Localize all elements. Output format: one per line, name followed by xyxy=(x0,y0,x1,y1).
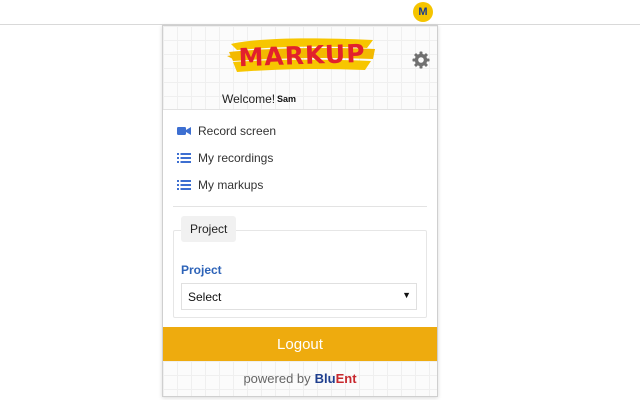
welcome-bar: Welcome! Sam xyxy=(163,82,437,110)
project-legend: Project xyxy=(181,216,237,242)
brand-name-blu: Blu xyxy=(314,371,336,386)
extension-popup: MARKUP Welcome! Sam Record screen My rec… xyxy=(162,25,438,397)
welcome-greeting: Welcome! xyxy=(222,92,276,106)
action-menu: Record screen My recordings My markups xyxy=(163,110,437,206)
menu-item-label: Record screen xyxy=(198,124,277,138)
powered-by-text: powered by xyxy=(243,371,311,386)
list-icon xyxy=(177,179,191,191)
menu-item-label: My markups xyxy=(198,178,264,192)
popup-header: MARKUP xyxy=(163,26,437,82)
menu-item-record-screen[interactable]: Record screen xyxy=(177,121,276,141)
menu-item-label: My recordings xyxy=(198,151,274,165)
user-name: Sam xyxy=(277,94,297,104)
video-camera-icon xyxy=(177,125,191,137)
powered-by-footer: powered by Blu Ent xyxy=(163,361,437,396)
gear-icon[interactable] xyxy=(411,50,431,70)
logo-text: MARKUP xyxy=(238,38,366,72)
project-label: Project xyxy=(181,263,222,277)
caret-down-icon: ▼ xyxy=(402,290,411,300)
project-select-value: Select xyxy=(188,290,222,304)
markup-logo: MARKUP xyxy=(227,34,377,76)
section-divider xyxy=(173,206,427,207)
extension-icon-letter: M xyxy=(418,6,428,18)
brand-name-ent: Ent xyxy=(335,371,357,386)
project-select[interactable]: Select ▼ xyxy=(181,283,417,310)
markup-extension-icon[interactable]: M xyxy=(413,2,433,22)
menu-item-my-markups[interactable]: My markups xyxy=(177,175,263,195)
list-icon xyxy=(177,152,191,164)
browser-toolbar: M xyxy=(0,0,640,25)
menu-item-my-recordings[interactable]: My recordings xyxy=(177,148,273,168)
logout-button[interactable]: Logout xyxy=(163,327,437,361)
